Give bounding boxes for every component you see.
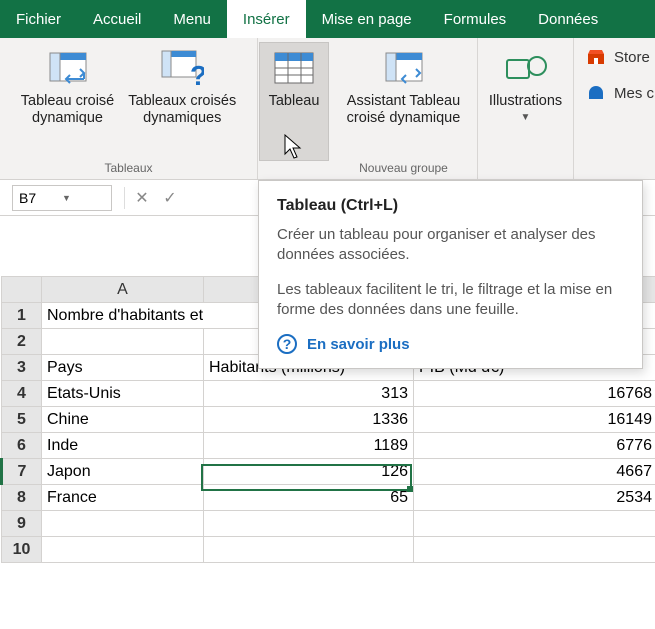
pivot-wizard-label: Assistant Tableau croisé dynamique	[347, 93, 461, 128]
tab-fichier[interactable]: Fichier	[0, 0, 77, 38]
ribbon-group-tableau-single: Tableau	[258, 38, 330, 179]
pivot-wizard-icon	[380, 47, 428, 91]
illustrations-button[interactable]: Illustrations ▼	[484, 42, 568, 161]
tab-menu[interactable]: Menu	[157, 0, 227, 38]
row-header-1[interactable]: 1	[2, 303, 42, 329]
row-header-7[interactable]: 7	[2, 459, 42, 485]
pivot-table-label: Tableau croisé dynamique	[21, 93, 115, 128]
row-9: 9	[2, 511, 655, 537]
ribbon-group-tableaux: Tableau croisé dynamique ? Tableaux croi…	[0, 38, 258, 179]
row-header-4[interactable]: 4	[2, 381, 42, 407]
learn-more-link[interactable]: ? En savoir plus	[277, 334, 624, 354]
pivot-table-button[interactable]: Tableau croisé dynamique	[14, 42, 122, 161]
chevron-down-icon: ▼	[521, 112, 531, 124]
row-7: 7 Japon 126 4667	[2, 459, 655, 485]
insert-table-button[interactable]: Tableau	[259, 42, 329, 161]
insert-table-label: Tableau	[269, 93, 320, 110]
cell-A3[interactable]: Pays	[42, 355, 204, 381]
table-icon	[270, 47, 318, 91]
tab-mise-en-page[interactable]: Mise en page	[306, 0, 428, 38]
row-6: 6 Inde 1189 6776	[2, 433, 655, 459]
row-8: 8 France 65 2534	[2, 485, 655, 511]
ribbon: Tableau croisé dynamique ? Tableaux croi…	[0, 38, 655, 180]
row-header-5[interactable]: 5	[2, 407, 42, 433]
svg-text:?: ?	[190, 60, 204, 89]
cell-B4[interactable]: 313	[204, 381, 414, 407]
illustrations-label: Illustrations	[489, 93, 562, 110]
row-header-6[interactable]: 6	[2, 433, 42, 459]
select-all-corner[interactable]	[2, 277, 42, 303]
cell-A5[interactable]: Chine	[42, 407, 204, 433]
screen-tip: Tableau (Ctrl+L) Créer un tableau pour o…	[258, 180, 643, 369]
my-addins-button[interactable]: Mes c	[586, 84, 654, 102]
col-header-A[interactable]: A	[42, 277, 204, 303]
cell-C6[interactable]: 6776	[414, 433, 655, 459]
cell-C8[interactable]: 2534	[414, 485, 655, 511]
my-addins-label: Mes c	[614, 85, 654, 102]
row-header-2[interactable]: 2	[2, 329, 42, 355]
cell-A4[interactable]: Etats-Unis	[42, 381, 204, 407]
row-10: 10	[2, 537, 655, 563]
shapes-icon	[502, 47, 550, 91]
cell-A2[interactable]	[42, 329, 204, 355]
store-button[interactable]: Store	[586, 48, 654, 66]
cell-B10[interactable]	[204, 537, 414, 563]
screen-tip-title: Tableau (Ctrl+L)	[277, 197, 624, 215]
screen-tip-text1: Créer un tableau pour organiser et analy…	[277, 225, 624, 266]
ribbon-group-addins: Store Mes c	[574, 38, 654, 179]
cell-C5[interactable]: 16149	[414, 407, 655, 433]
pivot-wizard-button[interactable]: Assistant Tableau croisé dynamique	[340, 42, 468, 161]
row-5: 5 Chine 1336 16149	[2, 407, 655, 433]
name-box-value: B7	[19, 190, 62, 206]
row-header-8[interactable]: 8	[2, 485, 42, 511]
tab-accueil[interactable]: Accueil	[77, 0, 157, 38]
cell-A8[interactable]: France	[42, 485, 204, 511]
recommended-pivot-tables-icon: ?	[158, 47, 206, 91]
learn-more-label: En savoir plus	[307, 336, 410, 353]
formula-enter-button[interactable]: ✓	[157, 185, 183, 211]
cell-C10[interactable]	[414, 537, 655, 563]
row-header-10[interactable]: 10	[2, 537, 42, 563]
cell-B7[interactable]: 126	[204, 459, 414, 485]
cell-B9[interactable]	[204, 511, 414, 537]
help-icon: ?	[277, 334, 297, 354]
store-icon	[586, 48, 606, 66]
addins-icon	[586, 84, 606, 102]
cell-B8[interactable]: 65	[204, 485, 414, 511]
ribbon-group-nouveau: Assistant Tableau croisé dynamique Nouve…	[330, 38, 478, 179]
tab-formules[interactable]: Formules	[428, 0, 523, 38]
ribbon-group-nouveau-label: Nouveau groupe	[359, 161, 448, 177]
cell-A10[interactable]	[42, 537, 204, 563]
cell-A7[interactable]: Japon	[42, 459, 204, 485]
cell-C9[interactable]	[414, 511, 655, 537]
tab-donnees[interactable]: Données	[522, 0, 614, 38]
recommended-pivot-tables-label: Tableaux croisés dynamiques	[128, 93, 236, 128]
recommended-pivot-tables-button[interactable]: ? Tableaux croisés dynamiques	[121, 42, 243, 161]
pivot-table-icon	[44, 47, 92, 91]
cell-C4[interactable]: 16768	[414, 381, 655, 407]
row-4: 4 Etats-Unis 313 16768	[2, 381, 655, 407]
ribbon-tabs: Fichier Accueil Menu Insérer Mise en pag…	[0, 0, 655, 38]
row-header-3[interactable]: 3	[2, 355, 42, 381]
ribbon-group-illustrations: Illustrations ▼	[478, 38, 574, 179]
cell-B6[interactable]: 1189	[204, 433, 414, 459]
store-label: Store	[614, 49, 650, 66]
cell-A9[interactable]	[42, 511, 204, 537]
ribbon-group-tableaux-label: Tableaux	[104, 161, 152, 177]
formula-cancel-button[interactable]: ✕	[129, 185, 155, 211]
cell-B5[interactable]: 1336	[204, 407, 414, 433]
name-box[interactable]: B7 ▼	[12, 185, 112, 211]
cell-A6[interactable]: Inde	[42, 433, 204, 459]
row-header-9[interactable]: 9	[2, 511, 42, 537]
screen-tip-text2: Les tableaux facilitent le tri, le filtr…	[277, 280, 624, 321]
name-box-dropdown-icon[interactable]: ▼	[62, 193, 105, 203]
cell-C7[interactable]: 4667	[414, 459, 655, 485]
tab-inserer[interactable]: Insérer	[227, 0, 306, 38]
